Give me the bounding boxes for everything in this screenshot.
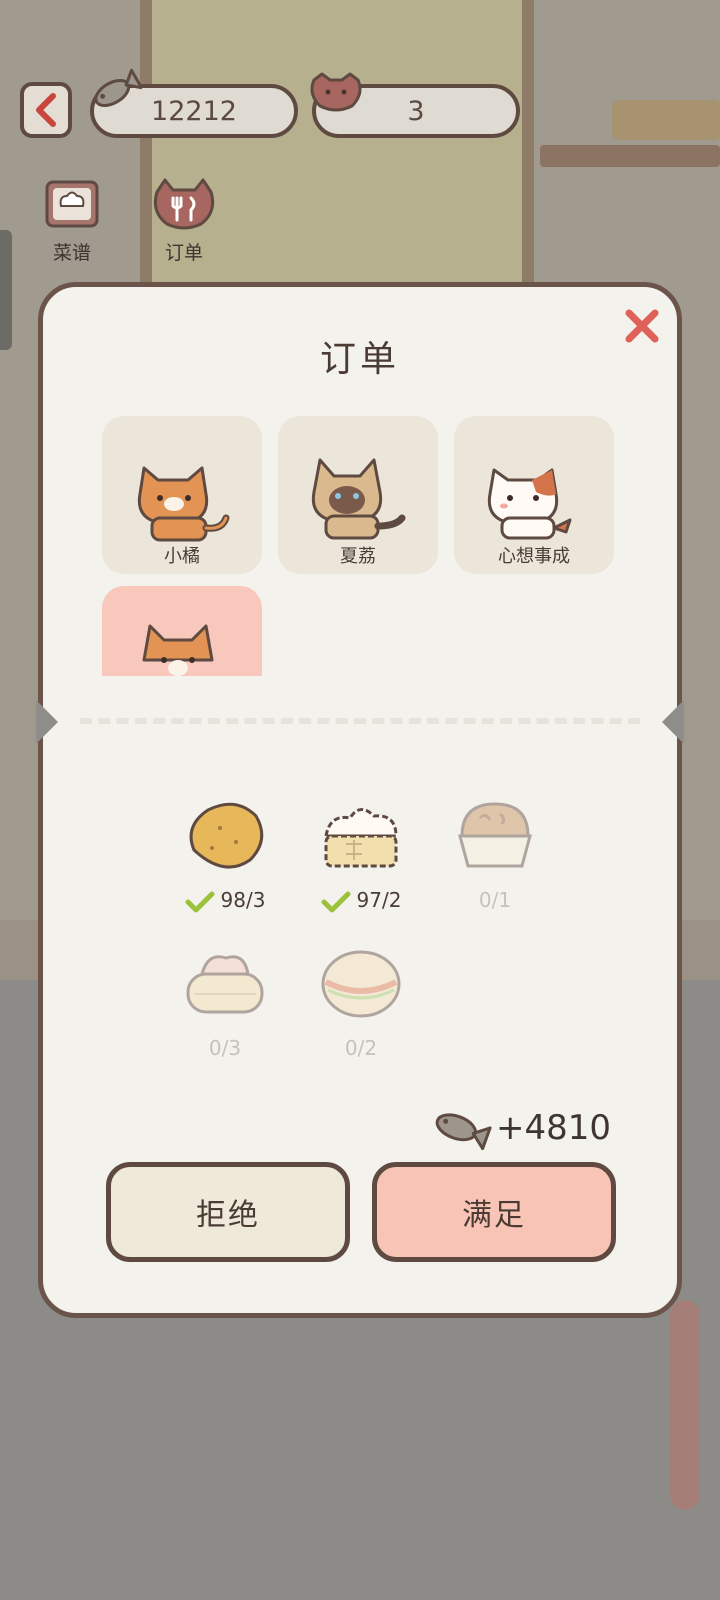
fulfill-label: 满足 (462, 1198, 526, 1233)
item-count: 98/3 (220, 888, 266, 912)
reward-amount: +4810 (496, 1108, 612, 1148)
dialog-title: 订单 (319, 339, 400, 380)
shelf-decoration (540, 145, 720, 167)
order-cat-icon (153, 178, 215, 230)
order-item: 0/1 (440, 796, 550, 912)
check-icon (185, 891, 215, 912)
item-count: 97/2 (356, 888, 402, 912)
recipe-button[interactable]: 菜谱 (32, 176, 112, 265)
customer-name: 夏荔 (340, 546, 376, 567)
sandwich-bun-icon (321, 950, 401, 1018)
dashed-divider (80, 718, 640, 724)
back-button[interactable] (20, 82, 72, 138)
check-icon (321, 891, 351, 912)
cat-heart-icon (310, 72, 362, 112)
reject-button[interactable]: 拒绝 (106, 1162, 350, 1262)
fulfill-button[interactable]: 满足 (372, 1162, 616, 1262)
customer-card[interactable]: 心想事成 (454, 416, 614, 574)
panel-notch-right (662, 700, 684, 744)
heart-count: 3 (407, 95, 425, 127)
recipe-label: 菜谱 (52, 242, 91, 264)
steamed-bun-icon (324, 808, 398, 868)
orange-tabby-cat-icon (142, 624, 214, 676)
customer-card[interactable]: 小橘 (102, 416, 262, 574)
orange-tabby-cat-icon (137, 466, 230, 542)
item-count: 0/3 (208, 1036, 242, 1060)
potato-icon (189, 802, 264, 869)
siamese-cat-icon (311, 458, 406, 540)
customer-card-selected[interactable] (102, 586, 262, 676)
order-button[interactable]: 订单 (144, 176, 224, 265)
fish-icon (435, 1113, 492, 1151)
order-label: 订单 (164, 242, 203, 264)
recipe-book-icon (45, 180, 99, 228)
cupcake-icon (458, 802, 532, 868)
reject-label: 拒绝 (196, 1198, 260, 1233)
order-item: 97/2 (306, 796, 416, 913)
item-count: 0/1 (478, 888, 512, 912)
customer-card[interactable]: 夏荔 (278, 416, 438, 574)
fish-icon (94, 68, 142, 107)
chevron-left-icon (36, 93, 56, 127)
panel-notch-left (36, 700, 58, 744)
item-count: 0/2 (344, 1036, 378, 1060)
order-item: 0/3 (170, 944, 280, 1060)
customer-name: 小橘 (164, 546, 200, 567)
customer-name: 心想事成 (498, 546, 570, 567)
order-item: 98/3 (170, 796, 280, 913)
reward-display: +4810 (430, 1104, 630, 1154)
order-item: 0/2 (306, 944, 416, 1060)
dumpling-basket-icon (186, 955, 264, 1014)
fish-count: 12212 (151, 95, 237, 127)
calico-cat-icon (487, 468, 572, 540)
